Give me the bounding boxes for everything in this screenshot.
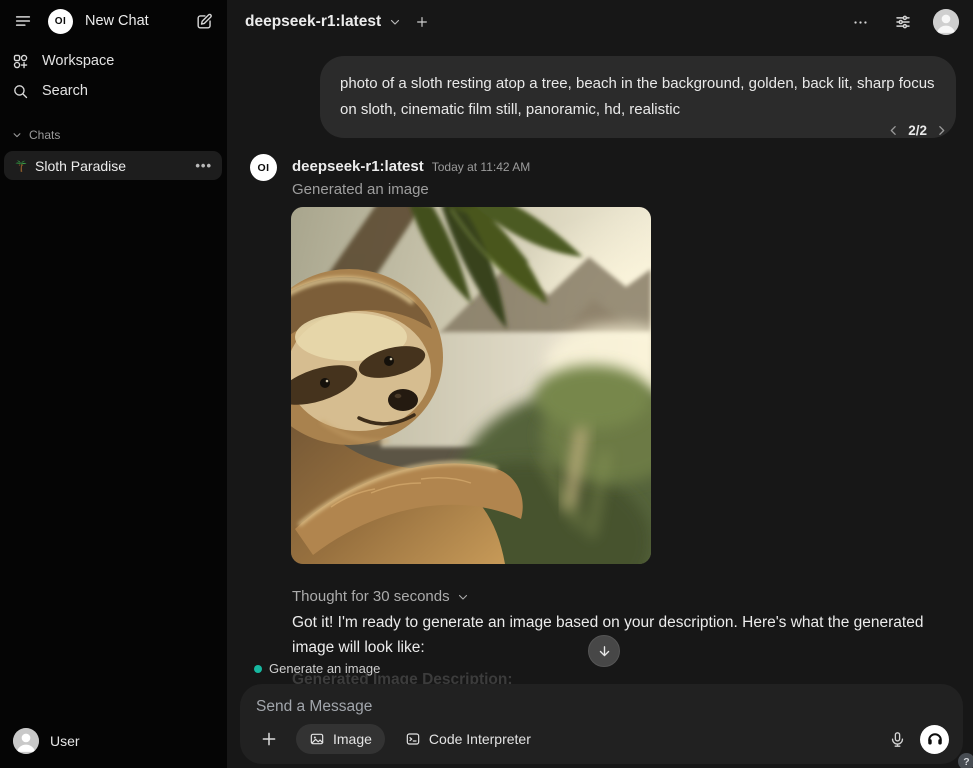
status-dot — [254, 665, 262, 673]
assistant-reply-text: Got it! I'm ready to generate an image b… — [292, 610, 948, 660]
new-chat-button[interactable] — [191, 8, 217, 34]
scroll-to-bottom-button[interactable] — [588, 635, 620, 667]
code-interpreter-icon — [405, 731, 421, 747]
voice-call-button[interactable] — [920, 725, 949, 754]
topbar: deepseek-r1:latest — [227, 0, 973, 44]
assistant-message-header: deepseek-r1:latest Today at 11:42 AM — [292, 158, 530, 175]
chevron-left-icon[interactable] — [887, 124, 900, 137]
sidebar-header: OI New Chat — [0, 0, 227, 42]
assistant-avatar: OI — [250, 154, 277, 181]
arrow-down-icon — [597, 644, 612, 659]
thought-toggle[interactable]: Thought for 30 seconds — [292, 588, 469, 605]
image-icon — [309, 731, 325, 747]
thought-toggle-label: Thought for 30 seconds — [292, 588, 450, 605]
image-tool-button[interactable]: Image — [296, 724, 385, 754]
sidebar-item-search[interactable]: Search — [0, 76, 227, 106]
message-pagination: 2/2 — [887, 123, 948, 138]
headphones-icon — [926, 730, 944, 748]
more-options-button[interactable] — [847, 9, 873, 35]
message-composer: Image Code Interpreter — [240, 684, 963, 764]
hamburger-menu-icon — [14, 12, 32, 30]
controls-sliders-button[interactable] — [890, 9, 916, 35]
microphone-button[interactable] — [889, 731, 906, 748]
chat-item-menu-icon[interactable]: ••• — [195, 158, 212, 173]
chat-panel: deepseek-r1:latest photo of a sloth rest… — [227, 0, 973, 768]
pagination-count: 2/2 — [908, 123, 927, 138]
chat-item-title: Sloth Paradise — [35, 158, 188, 174]
palm-tree-icon — [14, 159, 28, 173]
app-logo-text: OI — [55, 16, 67, 27]
search-icon — [12, 83, 29, 100]
sidebar: OI New Chat Workspace Search Chats Today… — [0, 0, 227, 768]
search-label: Search — [42, 83, 88, 99]
sidebar-item-workspace[interactable]: Workspace — [0, 46, 227, 76]
generated-image-caption: Generated an image — [292, 181, 429, 198]
model-selector[interactable]: deepseek-r1:latest — [245, 13, 381, 31]
help-button[interactable]: ? — [958, 753, 973, 768]
generated-image[interactable] — [291, 207, 651, 564]
account-avatar[interactable] — [933, 9, 959, 35]
chevron-down-icon — [12, 130, 22, 140]
workspace-icon — [12, 53, 29, 70]
topbar-actions — [847, 9, 959, 35]
chevron-down-icon[interactable] — [389, 16, 401, 28]
app-logo: OI — [48, 9, 73, 34]
assistant-model-name: deepseek-r1:latest — [292, 158, 424, 175]
user-message-bubble: photo of a sloth resting atop a tree, be… — [320, 56, 956, 138]
image-tool-label: Image — [333, 731, 372, 747]
user-message-text: photo of a sloth resting atop a tree, be… — [340, 75, 935, 118]
user-name-label: User — [50, 733, 80, 749]
chats-section-header[interactable]: Chats — [0, 128, 227, 142]
code-interpreter-button[interactable]: Code Interpreter — [393, 724, 543, 754]
help-label: ? — [963, 756, 969, 768]
workspace-label: Workspace — [42, 53, 114, 69]
user-avatar — [13, 728, 39, 754]
chat-list-item[interactable]: Sloth Paradise ••• — [4, 151, 222, 180]
composer-toolbar: Image Code Interpreter — [252, 724, 949, 754]
add-model-button[interactable] — [415, 15, 429, 29]
pencil-square-icon — [195, 12, 214, 31]
app-logo-text: OI — [257, 162, 269, 174]
user-menu[interactable]: User — [0, 724, 227, 758]
message-input[interactable] — [256, 694, 816, 720]
message-timestamp: Today at 11:42 AM — [432, 160, 531, 174]
chevron-down-icon — [457, 591, 469, 603]
attach-plus-button[interactable] — [260, 730, 278, 748]
sidebar-toggle-button[interactable] — [10, 8, 36, 34]
chevron-right-icon[interactable] — [935, 124, 948, 137]
new-chat-label[interactable]: New Chat — [85, 13, 191, 29]
chats-section-label: Chats — [29, 128, 60, 142]
code-interpreter-label: Code Interpreter — [429, 731, 531, 747]
